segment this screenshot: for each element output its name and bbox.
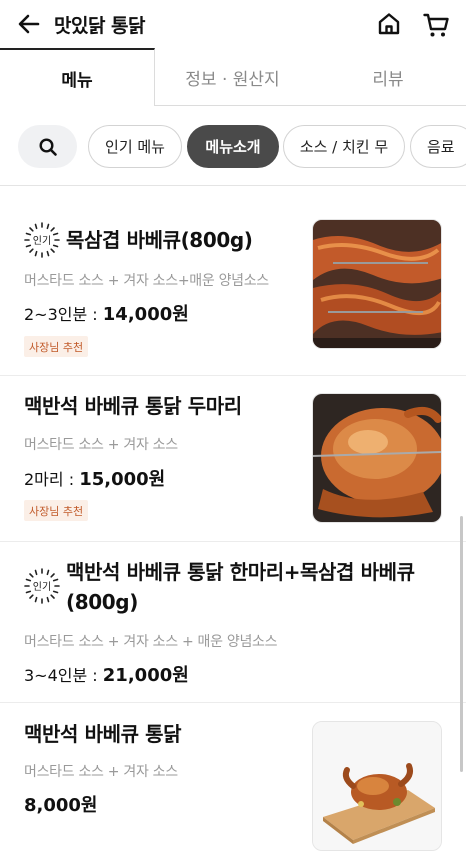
item-description: 머스타드 소스 + 겨자 소스 [24,764,178,780]
search-icon [38,137,57,156]
tab-reviews[interactable]: 리뷰 [310,48,466,106]
menu-item[interactable]: 맥반석 바베큐 통닭 두마리 머스타드 소스 + 겨자 소스 2마리 : 15,… [0,376,466,542]
menu-list: 인기 목삼겹 바베큐(800g) 머스타드 소스 + 겨자 소스+매운 양념소스… [0,186,466,866]
store-tabs: 메뉴 정보 · 원산지 리뷰 [0,48,466,106]
scrollbar[interactable] [460,516,463,772]
item-name-line1: 맥반석 바베큐 통닭 한마리+목삼겹 바베큐 [66,560,415,584]
menu-item[interactable]: 인기 목삼겹 바베큐(800g) 머스타드 소스 + 겨자 소스+매운 양념소스… [0,186,466,376]
owner-recommend-badge: 사장님 추천 [24,500,89,521]
owner-recommend-badge: 사장님 추천 [24,336,89,357]
item-price: 2마리 : 15,000원 [24,469,166,490]
item-name: 맥반석 바베큐 통닭 두마리 [24,394,242,418]
home-icon[interactable] [376,11,402,37]
item-description: 머스타드 소스 + 겨자 소스 + 매운 양념소스 [24,634,278,650]
popular-label: 인기 [32,582,52,593]
menu-item[interactable]: 맥반석 바베큐 통닭 머스타드 소스 + 겨자 소스 8,000원 [0,703,466,866]
menu-item-image [312,219,442,349]
chip-sauce-radish[interactable]: 소스 / 치킨 무 [283,125,405,168]
arrow-left-icon[interactable] [16,11,42,37]
category-chips: 인기 메뉴 메뉴소개 소스 / 치킨 무 음료 [0,124,466,170]
chip-popular-menu[interactable]: 인기 메뉴 [88,125,182,168]
store-title: 맛있닭 통닭 [54,15,146,37]
chip-drinks[interactable]: 음료 [410,125,466,168]
item-price: 2~3인분 : 14,000원 [24,304,189,325]
chip-menu-intro[interactable]: 메뉴소개 [187,125,279,168]
menu-item[interactable]: 인기 맥반석 바베큐 통닭 한마리+목삼겹 바베큐 (800g) 머스타드 소스… [0,542,466,703]
tab-menu[interactable]: 메뉴 [0,48,155,106]
item-price: 3~4인분 : 21,000원 [24,665,189,686]
item-name-line2: (800g) [66,590,138,614]
tab-info-origin[interactable]: 정보 · 원산지 [155,48,310,106]
item-description: 머스타드 소스 + 겨자 소스+매운 양념소스 [24,273,269,289]
cart-icon[interactable] [422,11,450,39]
popular-burst-icon: 인기 [22,566,62,606]
menu-item-image [312,721,442,851]
item-price: 8,000원 [24,795,98,816]
item-name: 목삼겹 바베큐(800g) [66,228,253,252]
popular-burst-icon: 인기 [22,220,62,260]
tabs-divider [155,105,466,106]
search-button[interactable] [18,125,77,168]
app-header: 맛있닭 통닭 [0,0,466,48]
item-description: 머스타드 소스 + 겨자 소스 [24,437,178,453]
popular-label: 인기 [32,236,52,247]
menu-item-image [312,393,442,523]
item-name: 맥반석 바베큐 통닭 [24,722,182,746]
